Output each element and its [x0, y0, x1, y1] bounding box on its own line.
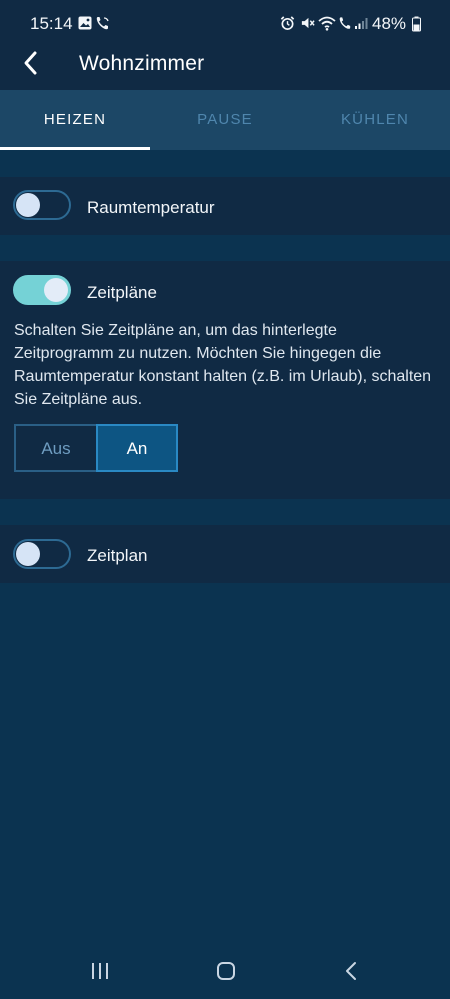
schedule-toggle[interactable] — [13, 539, 71, 569]
arrow-left-icon[interactable] — [18, 50, 46, 78]
room-temperature-label: Raumtemperatur — [87, 198, 215, 217]
tab-heizen[interactable]: HEIZEN — [0, 90, 150, 150]
schedules-description: Schalten Sie Zeitpläne an, um das hinter… — [14, 322, 432, 408]
room-temperature-card: Raumtemperatur — [0, 177, 450, 235]
back-icon[interactable] — [344, 961, 358, 981]
mute-icon — [301, 17, 315, 29]
toggle-knob — [16, 542, 40, 566]
signal-icon — [355, 18, 368, 29]
mode-tabs: HEIZEN PAUSE KÜHLEN — [0, 90, 450, 150]
schedule-label: Zeitplan — [87, 546, 148, 565]
call-icon — [339, 17, 351, 29]
screen: 15:14 48% Wohnzimmer HEIZEN PAUSE KÜHLEN… — [0, 0, 450, 999]
segment-an-button[interactable]: An — [96, 424, 178, 472]
toggle-knob — [16, 193, 40, 217]
home-icon[interactable] — [216, 961, 236, 981]
schedules-label: Zeitpläne — [87, 283, 157, 302]
active-tab-indicator — [0, 147, 150, 150]
gallery-icon — [78, 16, 92, 30]
app-bar: Wohnzimmer — [0, 50, 450, 90]
status-bar: 15:14 48% — [0, 0, 450, 50]
page-title: Wohnzimmer — [79, 52, 205, 75]
schedules-segmented-control: Aus An — [14, 424, 178, 472]
room-temperature-toggle[interactable] — [13, 190, 71, 220]
recent-apps-icon[interactable] — [90, 962, 110, 980]
battery-percent: 48% — [372, 14, 407, 33]
segment-aus-button[interactable]: Aus — [14, 424, 96, 472]
status-time: 15:14 — [30, 14, 73, 33]
wifi-call-icon — [96, 17, 109, 30]
wifi-icon — [318, 16, 336, 31]
alarm-icon — [280, 16, 295, 30]
battery-icon — [412, 16, 421, 32]
schedules-toggle[interactable] — [13, 275, 71, 305]
system-nav-bar — [0, 940, 450, 999]
schedule-card: Zeitplan — [0, 525, 450, 583]
schedules-card: Zeitpläne Schalten Sie Zeitpläne an, um … — [0, 261, 450, 499]
tab-kuehlen[interactable]: KÜHLEN — [300, 90, 450, 150]
toggle-knob — [44, 278, 68, 302]
tab-pause[interactable]: PAUSE — [150, 90, 300, 150]
